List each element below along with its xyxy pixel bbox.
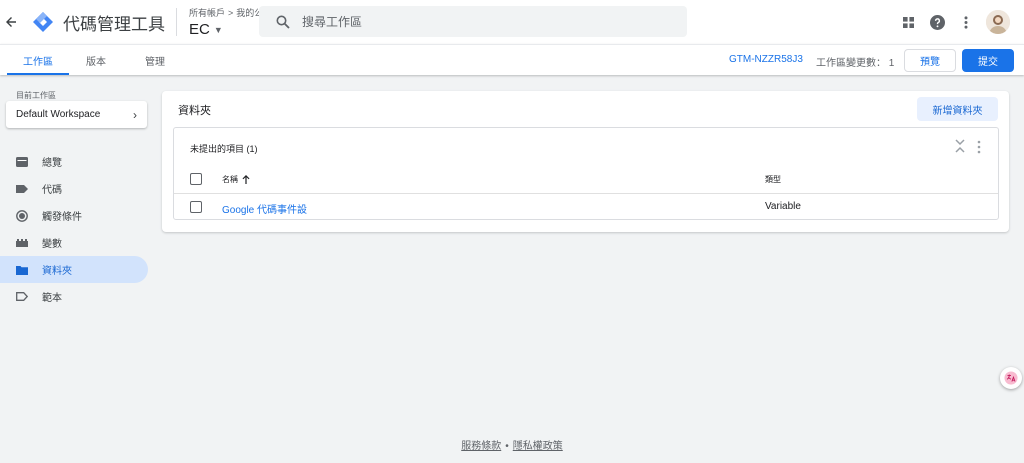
trigger-icon bbox=[16, 209, 28, 222]
sidebar-item-label: 代碼 bbox=[42, 185, 62, 196]
workspace-changes-count: 工作區變更數： 1 bbox=[816, 58, 895, 69]
container-id-link[interactable]: GTM-NZZR58J3 bbox=[729, 54, 803, 65]
sidebar-item-tags[interactable]: 代碼 bbox=[0, 175, 148, 202]
sidebar-nav: 總覽 代碼 觸發條件 變數 資料夾 範本 bbox=[0, 148, 148, 310]
sidebar-item-label: 觸發條件 bbox=[42, 212, 82, 223]
sidebar-item-label: 總覽 bbox=[42, 158, 62, 169]
preview-button[interactable]: 預覽 bbox=[904, 49, 956, 72]
sort-arrow-up-icon bbox=[242, 175, 250, 184]
chevron-right-icon: › bbox=[133, 107, 137, 122]
sidebar-item-variables[interactable]: 變數 bbox=[0, 229, 148, 256]
terms-link[interactable]: 服務條款 bbox=[461, 441, 501, 452]
current-workspace-label: 目前工作區 bbox=[16, 91, 56, 100]
workspace-selector[interactable]: Default Workspace › bbox=[6, 101, 147, 128]
app-title: 代碼管理工具 bbox=[63, 14, 165, 34]
sidebar-item-overview[interactable]: 總覽 bbox=[0, 148, 148, 175]
submit-button[interactable]: 提交 bbox=[962, 49, 1014, 72]
collapse-icon[interactable] bbox=[953, 138, 967, 154]
column-header-type: 類型 bbox=[765, 175, 781, 184]
workspace-name: Default Workspace bbox=[16, 109, 101, 120]
caret-down-icon: ▼ bbox=[213, 24, 223, 35]
folder-icon bbox=[16, 264, 28, 276]
template-icon bbox=[16, 291, 28, 303]
overview-icon bbox=[16, 156, 28, 168]
table-row: Google 代碼事件設 Variable bbox=[174, 194, 998, 219]
folder-section: 未提出的項目 (1) 名稱 類型 Google 代碼事件設 Variable bbox=[173, 127, 999, 220]
tab-versions[interactable]: 版本 bbox=[84, 45, 108, 75]
search-input[interactable] bbox=[302, 14, 662, 29]
sidebar-item-folders[interactable]: 資料夾 bbox=[0, 256, 148, 283]
breadcrumb-separator: > bbox=[228, 7, 234, 18]
header-divider bbox=[176, 8, 177, 36]
page-title: 資料夾 bbox=[178, 105, 211, 117]
tab-admin[interactable]: 管理 bbox=[143, 45, 167, 75]
item-type: Variable bbox=[765, 201, 801, 212]
sidebar-item-label: 範本 bbox=[42, 293, 62, 304]
select-all-checkbox[interactable] bbox=[190, 173, 202, 185]
privacy-link[interactable]: 隱私權政策 bbox=[513, 441, 563, 452]
item-name-link[interactable]: Google 代碼事件設 bbox=[222, 201, 307, 216]
search-icon bbox=[276, 15, 290, 29]
search-bar[interactable] bbox=[259, 6, 687, 37]
help-icon[interactable] bbox=[927, 12, 947, 32]
apps-grid-icon[interactable] bbox=[898, 12, 918, 32]
folder-title: 未提出的項目 (1) bbox=[190, 144, 258, 154]
new-folder-button[interactable]: 新增資料夾 bbox=[917, 97, 998, 121]
sidebar-item-label: 變數 bbox=[42, 239, 62, 250]
avatar[interactable] bbox=[986, 10, 1010, 34]
table-header: 名稱 類型 bbox=[174, 168, 998, 194]
tag-manager-logo-icon bbox=[33, 12, 53, 32]
folders-card: 資料夾 新增資料夾 未提出的項目 (1) 名稱 類型 Google 代碼事件設 … bbox=[162, 91, 1009, 232]
sidebar-item-label: 資料夾 bbox=[42, 266, 72, 277]
footer-dot: • bbox=[505, 441, 509, 452]
row-checkbox[interactable] bbox=[190, 201, 202, 213]
back-arrow-icon[interactable] bbox=[0, 0, 22, 44]
container-name: EC bbox=[189, 21, 210, 38]
column-header-name-label: 名稱 bbox=[222, 175, 238, 184]
column-header-name[interactable]: 名稱 bbox=[222, 174, 250, 185]
tab-workspace[interactable]: 工作區 bbox=[7, 45, 69, 75]
variable-icon bbox=[16, 237, 28, 249]
sidebar-item-triggers[interactable]: 觸發條件 bbox=[0, 202, 148, 229]
tag-icon bbox=[16, 183, 28, 195]
footer: 服務條款 • 隱私權政策 bbox=[0, 437, 1024, 452]
more-vert-icon[interactable] bbox=[956, 12, 976, 32]
breadcrumb-accounts[interactable]: 所有帳戶 bbox=[189, 6, 225, 19]
header-actions bbox=[889, 0, 1010, 44]
sidebar-item-templates[interactable]: 範本 bbox=[0, 283, 148, 310]
folder-more-vert-icon[interactable] bbox=[975, 140, 983, 154]
workspace-tab-bar: 工作區 版本 管理 GTM-NZZR58J3 工作區變更數： 1 預覽 提交 bbox=[0, 44, 1024, 75]
translate-icon[interactable] bbox=[1000, 367, 1022, 389]
